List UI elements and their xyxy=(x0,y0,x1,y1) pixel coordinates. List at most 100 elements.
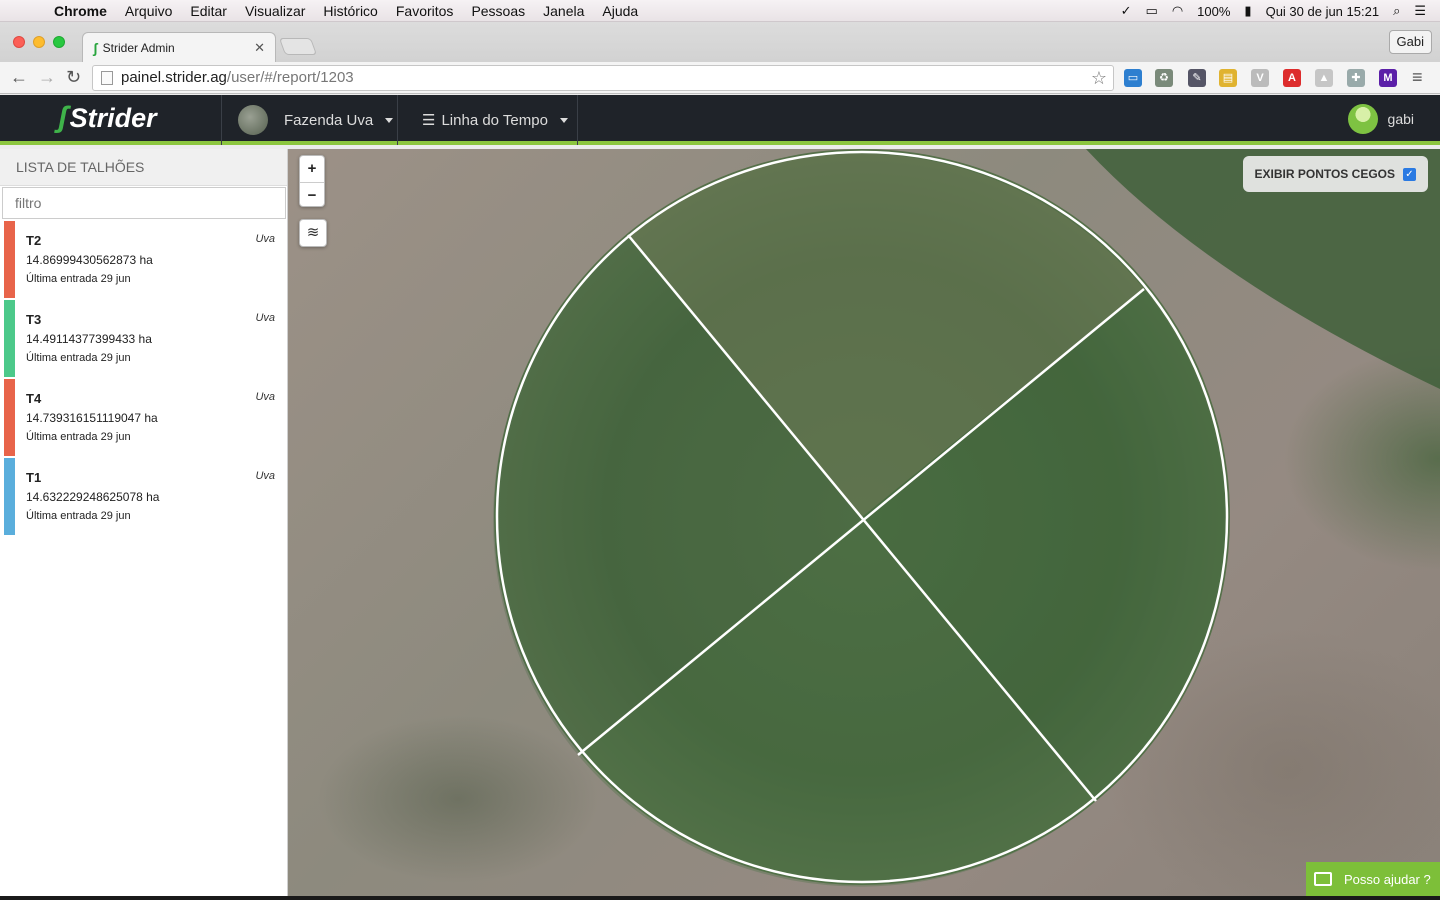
plot-item-t2[interactable]: T2 14.86999430562873 ha Última entrada 2… xyxy=(2,221,285,298)
list-icon: ☰ xyxy=(422,112,436,129)
zoom-control: + − xyxy=(299,155,325,207)
user-menu[interactable]: gabi xyxy=(1347,104,1414,134)
zoom-out-button[interactable]: − xyxy=(300,182,324,208)
extension-m-icon[interactable]: M xyxy=(1379,69,1397,87)
layers-button[interactable]: ≋ xyxy=(299,219,327,247)
window-close-button[interactable] xyxy=(13,36,25,48)
plot-color-bar xyxy=(4,458,15,535)
plot-list-sidebar: LISTA DE TALHÕES T2 14.86999430562873 ha… xyxy=(0,149,288,896)
plot-color-bar xyxy=(4,379,15,456)
plot-area: 14.739316151119047 ha xyxy=(26,411,158,425)
battery-icon[interactable]: ▮ xyxy=(1244,3,1251,19)
extension-puzzle-icon[interactable]: ✚ xyxy=(1347,69,1365,87)
plot-area: 14.632229248625078 ha xyxy=(26,490,160,504)
tab-close-icon[interactable]: ✕ xyxy=(254,40,265,56)
chevron-down-icon xyxy=(559,117,568,123)
filter-input[interactable] xyxy=(2,187,286,219)
header-divider xyxy=(577,95,578,145)
timeline-selector[interactable]: ☰ Linha do Tempo xyxy=(422,111,568,129)
plot-area: 14.49114377399433 ha xyxy=(26,332,152,346)
user-name: gabi xyxy=(1387,111,1414,127)
plot-crop: Uva xyxy=(255,391,275,403)
spotlight-search-icon[interactable]: ⌕ xyxy=(1393,3,1400,19)
window-zoom-button[interactable] xyxy=(53,36,65,48)
farm-selector[interactable]: Fazenda Uva xyxy=(238,105,394,135)
chat-bubble-icon xyxy=(1314,872,1332,886)
chrome-menu-icon[interactable]: ≡ xyxy=(1412,67,1423,88)
plot-color-bar xyxy=(4,300,15,377)
new-tab-button[interactable] xyxy=(278,38,318,55)
plot-crop: Uva xyxy=(255,312,275,324)
plot-crop: Uva xyxy=(255,470,275,482)
macos-menubar: Chrome Arquivo Editar Visualizar Históri… xyxy=(0,0,1440,22)
back-arrow-icon[interactable]: ← xyxy=(10,67,28,88)
plot-item-t4[interactable]: T4 14.739316151119047 ha Última entrada … xyxy=(2,379,285,456)
layers-icon: ≋ xyxy=(306,224,320,241)
satellite-map[interactable]: + − ≋ EXIBIR PONTOS CEGOS ✓ Posso ajudar… xyxy=(288,149,1440,896)
timeline-label: Linha do Tempo xyxy=(441,111,548,129)
blind-spots-toggle[interactable]: EXIBIR PONTOS CEGOS ✓ xyxy=(1242,156,1428,192)
strider-logo[interactable]: ʃ Strider xyxy=(58,101,157,135)
sidebar-title: LISTA DE TALHÕES xyxy=(0,149,287,186)
menu-janela[interactable]: Janela xyxy=(543,3,584,19)
farm-avatar xyxy=(238,105,268,135)
airplay-icon[interactable]: ▭ xyxy=(1146,3,1158,19)
menu-arquivo[interactable]: Arquivo xyxy=(125,3,172,19)
menu-app-name[interactable]: Chrome xyxy=(54,3,107,19)
help-label: Posso ajudar ? xyxy=(1344,871,1431,887)
plot-item-t3[interactable]: T3 14.49114377399433 ha Última entrada 2… xyxy=(2,300,285,377)
avatar xyxy=(1347,104,1378,134)
window-minimize-button[interactable] xyxy=(33,36,45,48)
extension-screen-icon[interactable]: ▭ xyxy=(1124,69,1142,87)
help-chat-button[interactable]: Posso ajudar ? xyxy=(1306,862,1440,896)
bookmark-star-icon[interactable]: ☆ xyxy=(1091,66,1107,90)
menu-ajuda[interactable]: Ajuda xyxy=(602,3,638,19)
forward-arrow-icon[interactable]: → xyxy=(38,67,56,88)
reload-icon[interactable]: ↻ xyxy=(66,67,81,88)
menu-historico[interactable]: Histórico xyxy=(323,3,377,19)
url-host: painel.strider.ag xyxy=(121,69,227,86)
plot-last-entry: Última entrada 29 jun xyxy=(26,273,131,285)
field-polygons xyxy=(493,149,1440,887)
dock-edge xyxy=(0,896,1440,900)
notification-center-icon[interactable]: ☰ xyxy=(1414,3,1426,19)
extension-ruler-icon[interactable]: ▤ xyxy=(1219,69,1237,87)
wifi-icon[interactable]: ◠ xyxy=(1172,3,1183,19)
plot-last-entry: Última entrada 29 jun xyxy=(26,431,131,443)
plot-area: 14.86999430562873 ha xyxy=(26,253,153,267)
plot-name: T1 xyxy=(26,470,42,485)
header-divider xyxy=(221,95,222,145)
plot-list: T2 14.86999430562873 ha Última entrada 2… xyxy=(0,221,287,535)
plot-item-t1[interactable]: T1 14.632229248625078 ha Última entrada … xyxy=(2,458,285,535)
browser-tab-active[interactable]: ʃ Strider Admin ✕ xyxy=(82,32,276,62)
header-divider xyxy=(397,95,398,145)
strider-favicon-icon: ʃ xyxy=(93,39,98,56)
blind-spots-checkbox[interactable]: ✓ xyxy=(1403,167,1416,181)
tab-title: Strider Admin xyxy=(102,40,175,55)
plot-color-bar xyxy=(4,221,15,298)
extension-v-icon[interactable]: V xyxy=(1251,69,1269,87)
sync-status-icon[interactable]: ✓ xyxy=(1121,3,1132,19)
menu-pessoas[interactable]: Pessoas xyxy=(471,3,525,19)
menubar-clock[interactable]: Qui 30 de jun 15:21 xyxy=(1266,4,1379,19)
plot-name: T4 xyxy=(26,391,42,406)
extension-recycle-icon[interactable]: ♻ xyxy=(1155,69,1173,87)
extension-angular-icon[interactable]: A xyxy=(1283,69,1301,87)
menu-visualizar[interactable]: Visualizar xyxy=(245,3,305,19)
plot-last-entry: Última entrada 29 jun xyxy=(26,352,131,364)
plot-name: T2 xyxy=(26,233,42,248)
menu-favoritos[interactable]: Favoritos xyxy=(396,3,454,19)
menu-editar[interactable]: Editar xyxy=(190,3,227,19)
zoom-in-button[interactable]: + xyxy=(300,156,324,182)
profile-button[interactable]: Gabi xyxy=(1388,30,1432,54)
app-header: ʃ Strider Fazenda Uva ☰ Linha do Tempo g… xyxy=(0,95,1440,145)
brand-name: Strider xyxy=(69,102,157,133)
farm-name: Fazenda Uva xyxy=(284,111,374,129)
plot-last-entry: Última entrada 29 jun xyxy=(26,510,131,522)
address-bar[interactable]: painel.strider.ag/user/#/report/1203 ☆ xyxy=(92,65,1114,91)
battery-percent[interactable]: 100% xyxy=(1197,4,1230,19)
extension-drive-icon[interactable]: ▲ xyxy=(1315,69,1333,87)
page-icon xyxy=(101,71,113,85)
extension-eyedropper-icon[interactable]: ✎ xyxy=(1188,69,1206,87)
browser-toolbar: ← → ↻ painel.strider.ag/user/#/report/12… xyxy=(0,62,1440,94)
